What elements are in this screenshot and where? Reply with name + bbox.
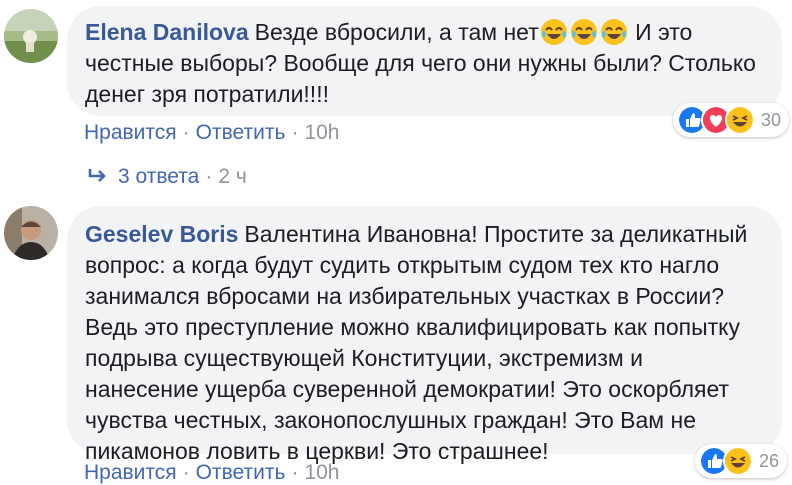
comment-text: Валентина Ивановна! Простите за деликатн… (85, 221, 748, 464)
haha-reaction-icon (725, 105, 755, 135)
comment-text: Везде вбросили, а там нет (254, 19, 539, 45)
comment-bubble: Elena Danilova Везде вбросили, а там нет … (67, 6, 782, 116)
reaction-count: 26 (759, 450, 780, 471)
comment-author[interactable]: Elena Danilova (85, 19, 249, 45)
comment-actions: Нравится · Ответить · 10h (84, 121, 339, 145)
comment-timestamp[interactable]: 10h (304, 121, 339, 144)
comment-author[interactable]: Geselev Boris (85, 221, 238, 247)
haha-reaction-icon (723, 446, 753, 476)
comment-actions: Нравится · Ответить · 10h (84, 461, 339, 485)
reply-arrow-icon (88, 169, 106, 182)
separator-dot: · (291, 121, 299, 144)
reply-link[interactable]: Ответить (196, 121, 286, 144)
avatar-elena-danilova[interactable] (4, 9, 58, 63)
replies-timestamp: 2 ч (218, 165, 247, 188)
separator-dot: · (205, 165, 213, 188)
comment-bubble: Geselev Boris Валентина Ивановна! Простит… (67, 206, 782, 464)
reaction-count: 30 (761, 109, 782, 130)
laughing-tears-emoji-icon (539, 19, 629, 45)
separator-dot: · (182, 121, 190, 144)
like-link[interactable]: Нравится (84, 121, 177, 144)
reactions-summary[interactable]: 26 (695, 444, 788, 478)
avatar-geselev-boris[interactable] (4, 206, 58, 260)
reactions-summary[interactable]: 30 (673, 103, 790, 137)
replies-count-label[interactable]: 3 ответа (118, 165, 199, 188)
view-replies-link[interactable]: 3 ответа · 2 ч (88, 165, 247, 189)
